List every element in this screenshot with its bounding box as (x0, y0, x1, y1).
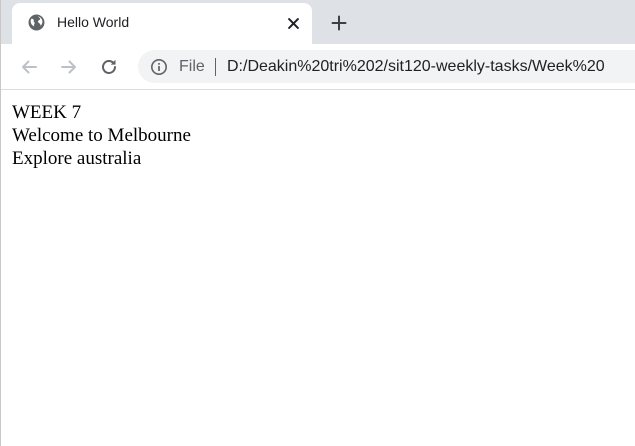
window-left-border (0, 0, 1, 446)
forward-arrow-icon (61, 60, 76, 74)
page-content: WEEK 7 Welcome to Melbourne Explore aust… (12, 101, 191, 170)
forward-button[interactable] (57, 55, 81, 79)
welcome-text: Welcome to Melbourne (12, 125, 191, 146)
close-icon (287, 17, 299, 29)
back-arrow-icon (22, 60, 37, 74)
reload-button[interactable] (97, 55, 121, 79)
week-heading-text: WEEK 7 (12, 102, 82, 123)
toolbar: File D:/Deakin%20tri%202/sit120-weekly-t… (0, 44, 635, 90)
tab-title: Hello World (57, 14, 130, 30)
reload-icon (102, 59, 116, 74)
close-tab-button[interactable] (284, 14, 302, 32)
info-icon[interactable] (150, 58, 168, 76)
new-tab-button[interactable] (326, 10, 352, 36)
tab-strip: Hello World (0, 0, 635, 44)
plus-icon (331, 15, 347, 31)
tab-hello-world[interactable]: Hello World (12, 3, 312, 44)
globe-icon (28, 14, 45, 31)
address-bar[interactable]: File D:/Deakin%20tri%202/sit120-weekly-t… (138, 50, 635, 83)
omnibox-divider (215, 58, 216, 76)
url-text[interactable]: D:/Deakin%20tri%202/sit120-weekly-tasks/… (227, 58, 605, 76)
back-button[interactable] (17, 55, 41, 79)
scheme-label: File (179, 58, 205, 75)
explore-text: Explore australia (12, 148, 142, 169)
browser-window: { "browser": { "tab": { "title": "Hello … (0, 0, 635, 446)
